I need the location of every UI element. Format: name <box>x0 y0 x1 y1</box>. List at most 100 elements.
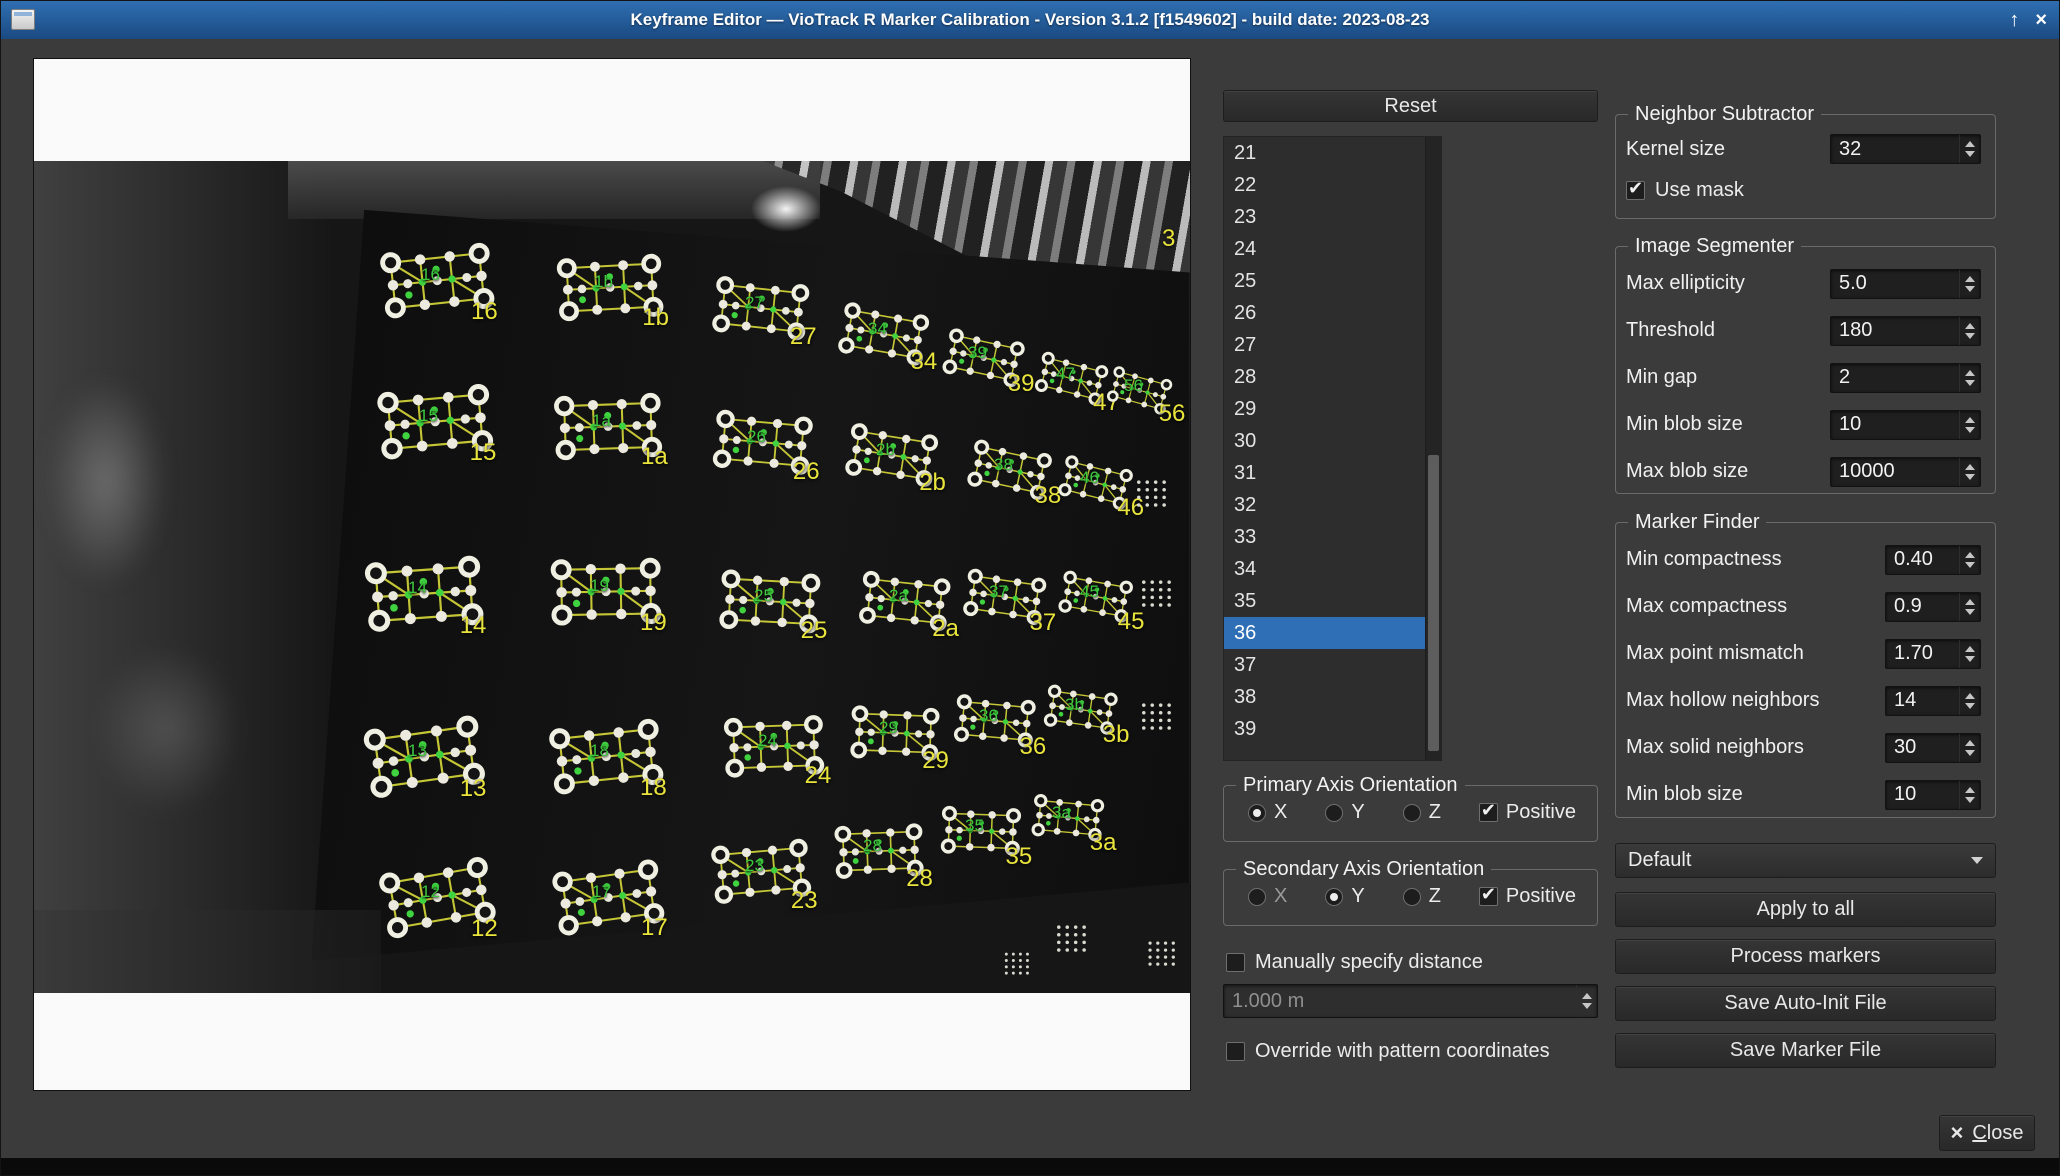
frame-list-item-34[interactable]: 34 <box>1224 553 1426 585</box>
frame-list-item-24[interactable]: 24 <box>1224 233 1426 265</box>
spin-up-icon[interactable] <box>1965 141 1975 147</box>
shade-window-button[interactable]: ↑ <box>2009 1 2019 39</box>
spin-down-icon[interactable] <box>1965 750 1975 756</box>
override-pattern-checkbox[interactable]: Override with pattern coordinates <box>1223 1040 1598 1063</box>
spin-down-icon[interactable] <box>1965 797 1975 803</box>
frame-list-item-28[interactable]: 28 <box>1224 361 1426 393</box>
frame-list-item-39[interactable]: 39 <box>1224 713 1426 745</box>
spin-value: 32 <box>1831 135 1959 163</box>
primary-axis-y-radio[interactable]: Y <box>1325 801 1364 824</box>
radio-icon <box>1248 804 1266 822</box>
frame-list-item-33[interactable]: 33 <box>1224 521 1426 553</box>
mf-min-blob-size-spinbox[interactable]: 10 <box>1885 780 1981 810</box>
distance-spinbox[interactable]: 1.000 m <box>1223 984 1598 1018</box>
spin-down-icon[interactable] <box>1965 333 1975 339</box>
mf-max-hollow-neighbors-label: Max hollow neighbors <box>1626 689 1819 712</box>
reset-button[interactable]: Reset <box>1223 90 1598 122</box>
frame-list-item-38[interactable]: 38 <box>1224 681 1426 713</box>
photo-highlight <box>92 644 242 814</box>
frame-list[interactable]: 21222324252627282930313233343536373839 <box>1223 136 1442 761</box>
frame-list-item-37[interactable]: 37 <box>1224 649 1426 681</box>
spin-down-icon[interactable] <box>1965 609 1975 615</box>
frame-list-item-29[interactable]: 29 <box>1224 393 1426 425</box>
close-button[interactable]: × Close <box>1939 1115 2035 1151</box>
mf-max-point-mismatch-spinbox[interactable]: 1.70 <box>1885 639 1981 669</box>
ns-kernel-size-spinbox[interactable]: 32 <box>1830 134 1981 164</box>
is-min-blob-size-spinbox[interactable]: 10 <box>1830 410 1981 440</box>
spin-up-icon[interactable] <box>1965 599 1975 605</box>
radio-icon <box>1403 888 1421 906</box>
spin-up-icon[interactable] <box>1965 464 1975 470</box>
mf-max-compactness-spinbox[interactable]: 0.9 <box>1885 592 1981 622</box>
apply-to-all-button[interactable]: Apply to all <box>1615 892 1996 927</box>
spin-up-icon[interactable] <box>1965 646 1975 652</box>
frame-list-item-27[interactable]: 27 <box>1224 329 1426 361</box>
frame-list-item-21[interactable]: 21 <box>1224 137 1426 169</box>
mf-min-compactness-spinbox[interactable]: 0.40 <box>1885 545 1981 575</box>
frame-list-item-32[interactable]: 32 <box>1224 489 1426 521</box>
manual-distance-checkbox[interactable]: Manually specify distance <box>1223 951 1598 974</box>
radio-icon <box>1325 888 1343 906</box>
preset-dropdown[interactable]: Default <box>1615 843 1996 878</box>
frame-list-item-35[interactable]: 35 <box>1224 585 1426 617</box>
camera-view[interactable]: 16161b1b2727343439394747565615151a1a2626… <box>34 59 1190 1090</box>
is-max-ellipticity-spinbox[interactable]: 5.0 <box>1830 269 1981 299</box>
secondary-axis-z-radio[interactable]: Z <box>1403 885 1441 908</box>
scrollbar-thumb[interactable] <box>1428 455 1439 751</box>
mf-max-hollow-neighbors-spinbox[interactable]: 14 <box>1885 686 1981 716</box>
save-auto-init-file-button[interactable]: Save Auto-Init File <box>1615 986 1996 1021</box>
spin-up-icon[interactable] <box>1965 323 1975 329</box>
spin-up-icon[interactable] <box>1965 552 1975 558</box>
checkbox-icon <box>1479 887 1498 906</box>
secondary-axis-y-radio[interactable]: Y <box>1325 885 1364 908</box>
is-min-gap-spinbox[interactable]: 2 <box>1830 363 1981 393</box>
spin-up-icon[interactable] <box>1965 693 1975 699</box>
mf-min-blob-size-label: Min blob size <box>1626 783 1743 806</box>
close-window-button[interactable]: × <box>2035 1 2047 39</box>
frame-list-item-22[interactable]: 22 <box>1224 169 1426 201</box>
frame-list-item-26[interactable]: 26 <box>1224 297 1426 329</box>
primary-axis-z-radio[interactable]: Z <box>1403 801 1441 824</box>
spin-down-icon[interactable] <box>1965 151 1975 157</box>
spin-down-icon[interactable] <box>1965 474 1975 480</box>
frame-list-item-23[interactable]: 23 <box>1224 201 1426 233</box>
secondary-axis-positive-checkbox[interactable]: Positive <box>1479 885 1576 908</box>
titlebar[interactable]: Keyframe Editor — VioTrack R Marker Cali… <box>1 1 2059 39</box>
spin-up-icon[interactable] <box>1582 993 1592 999</box>
frame-list-item-30[interactable]: 30 <box>1224 425 1426 457</box>
primary-axis-title: Primary Axis Orientation <box>1236 774 1465 797</box>
close-button-label: Close <box>1972 1122 2023 1145</box>
frame-list-item-25[interactable]: 25 <box>1224 265 1426 297</box>
spin-up-icon[interactable] <box>1965 370 1975 376</box>
spin-down-icon[interactable] <box>1965 286 1975 292</box>
spin-down-icon[interactable] <box>1965 562 1975 568</box>
mf-max-solid-neighbors-spinbox[interactable]: 30 <box>1885 733 1981 763</box>
close-icon: × <box>1950 1120 1963 1146</box>
use-mask-checkbox[interactable]: Use mask <box>1616 170 1995 210</box>
spin-up-icon[interactable] <box>1965 787 1975 793</box>
spin-up-icon[interactable] <box>1965 740 1975 746</box>
primary-axis-x-radio[interactable]: X <box>1248 801 1287 824</box>
marker-finder-title: Marker Finder <box>1628 511 1766 534</box>
is-threshold-spinbox[interactable]: 180 <box>1830 316 1981 346</box>
is-max-blob-size-spinbox[interactable]: 10000 <box>1830 457 1981 487</box>
spin-down-icon[interactable] <box>1965 656 1975 662</box>
frame-list-item-31[interactable]: 31 <box>1224 457 1426 489</box>
spin-up-icon[interactable] <box>1965 417 1975 423</box>
chevron-down-icon <box>1971 857 1983 864</box>
frame-list-scrollbar[interactable] <box>1425 137 1441 760</box>
process-markers-button[interactable]: Process markers <box>1615 939 1996 974</box>
spin-down-icon[interactable] <box>1965 427 1975 433</box>
spin-down-icon[interactable] <box>1582 1003 1592 1009</box>
manual-distance-label: Manually specify distance <box>1255 951 1483 974</box>
spin-up-icon[interactable] <box>1965 276 1975 282</box>
image-segmenter-title: Image Segmenter <box>1628 235 1801 258</box>
spin-down-icon[interactable] <box>1965 380 1975 386</box>
secondary-axis-x-radio[interactable]: X <box>1248 885 1287 908</box>
frame-list-item-36[interactable]: 36 <box>1224 617 1426 649</box>
save-marker-file-button[interactable]: Save Marker File <box>1615 1033 1996 1068</box>
primary-axis-positive-checkbox[interactable]: Positive <box>1479 801 1576 824</box>
secondary-axis-title: Secondary Axis Orientation <box>1236 858 1491 881</box>
mf-max-compactness-label: Max compactness <box>1626 595 1787 618</box>
spin-down-icon[interactable] <box>1965 703 1975 709</box>
